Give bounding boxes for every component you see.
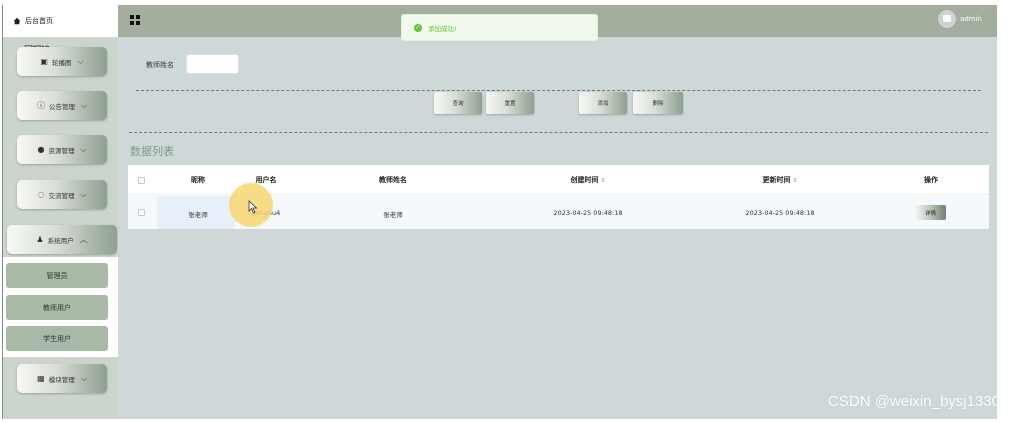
chat-icon: ◌	[37, 190, 45, 199]
divider	[129, 132, 988, 133]
col-created-label: 创建时间	[570, 176, 599, 184]
system-users-submenu: 管理员 教师用户 学生用户	[3, 257, 119, 357]
sidebar-item-exchange[interactable]: ◌ 交流管理 ⌵	[17, 180, 107, 209]
detail-button[interactable]: 详情	[915, 205, 946, 220]
sidebar-item-label: 交流管理	[48, 191, 75, 200]
teacher-name-input[interactable]	[186, 54, 239, 74]
mouse-pointer-icon	[248, 200, 258, 214]
row-checkbox[interactable]	[138, 209, 145, 216]
user-icon: ♟	[36, 235, 44, 244]
user-name: admin	[960, 15, 982, 23]
watermark: CSDN @weixin_bysj1330	[828, 393, 1000, 410]
sidebar-item-label: 轮播图	[51, 58, 72, 67]
sidebar-item-label: 公告管理	[48, 102, 75, 111]
divider	[136, 90, 981, 91]
list-title: 数据列表	[130, 145, 174, 158]
cell-updated-time: 2023-04-25 09:48:18	[745, 209, 815, 217]
col-nickname: 昵称	[191, 176, 205, 184]
submenu-item-student-users[interactable]: 学生用户	[6, 326, 108, 351]
col-actions: 操作	[924, 176, 938, 184]
sidebar-item-resources[interactable]: ● 资源管理 ⌵	[17, 135, 107, 164]
chevron-up-icon: ︿	[79, 235, 88, 244]
chevron-down-icon: ⌵	[80, 373, 87, 383]
app-root: 后台首页 回钢鸨 ▣ 轮播图 ⌵ ⓘ 公告管理 ⌵ ● 资源管理 ⌵ ◌ 交流管…	[0, 0, 1015, 423]
sidebar: 后台首页 回钢鸨 ▣ 轮播图 ⌵ ⓘ 公告管理 ⌵ ● 资源管理 ⌵ ◌ 交流管…	[2, 5, 119, 419]
sidebar-item-system-users[interactable]: ♟ 系统用户 ︿	[7, 225, 117, 254]
col-teacher-name: 教师姓名	[379, 176, 407, 184]
image-icon: ▣	[40, 57, 48, 66]
sort-icon: ⇕	[600, 177, 606, 184]
delete-button[interactable]: 删除	[633, 92, 683, 114]
check-circle-icon: ✓	[414, 23, 422, 32]
location-icon: ●	[37, 145, 45, 154]
avatar	[938, 10, 957, 28]
cell-teacher-name: 张老师	[383, 211, 403, 219]
col-updated-label: 更新时间	[762, 176, 791, 184]
sidebar-item-notices[interactable]: ⓘ 公告管理 ⌵	[17, 91, 107, 120]
main-content: 教师姓名 查询 重置 添加 删除 数据列表 昵称 用户名 教师姓名 创建时间 ⇕ …	[118, 37, 997, 419]
success-toast: ✓ 添加成功!	[401, 14, 598, 41]
add-button[interactable]: 添加	[579, 92, 627, 114]
info-icon: ⓘ	[36, 101, 45, 110]
chevron-down-icon: ⌵	[80, 144, 87, 154]
chevron-down-icon: ⌵	[80, 100, 88, 110]
sidebar-item-label: 资源管理	[48, 146, 75, 155]
submenu-item-admin[interactable]: 管理员	[6, 263, 108, 288]
query-button[interactable]: 查询	[434, 92, 482, 114]
sidebar-item-carousel[interactable]: ▣ 轮播图 ⌵	[17, 47, 107, 76]
cell-created-time: 2023-04-25 09:48:18	[553, 209, 623, 217]
user-menu[interactable]: admin	[938, 10, 982, 28]
sidebar-item-modules[interactable]: ▦ 模块管理 ⌵	[17, 364, 107, 393]
select-all-checkbox[interactable]	[138, 177, 145, 184]
sidebar-home-label: 后台首页	[25, 17, 53, 25]
home-icon	[13, 17, 21, 25]
cell-nickname: 张老师	[188, 211, 208, 219]
chevron-down-icon: ⌵	[80, 189, 87, 199]
sidebar-item-label: 系统用户	[47, 236, 74, 245]
col-created-time[interactable]: 创建时间 ⇕	[533, 175, 643, 185]
grid-icon: ▦	[37, 374, 45, 383]
sort-icon: ⇕	[792, 177, 798, 184]
sidebar-home[interactable]: 后台首页	[3, 5, 119, 37]
col-updated-time[interactable]: 更新时间 ⇕	[725, 175, 835, 185]
reset-button[interactable]: 重置	[486, 92, 534, 114]
search-label: 教师姓名	[146, 61, 174, 69]
submenu-item-teacher-users[interactable]: 教师用户	[6, 295, 108, 320]
toast-message: 添加成功!	[428, 24, 457, 33]
chevron-down-icon: ⌵	[77, 56, 84, 66]
sidebar-item-label: 模块管理	[48, 375, 75, 384]
